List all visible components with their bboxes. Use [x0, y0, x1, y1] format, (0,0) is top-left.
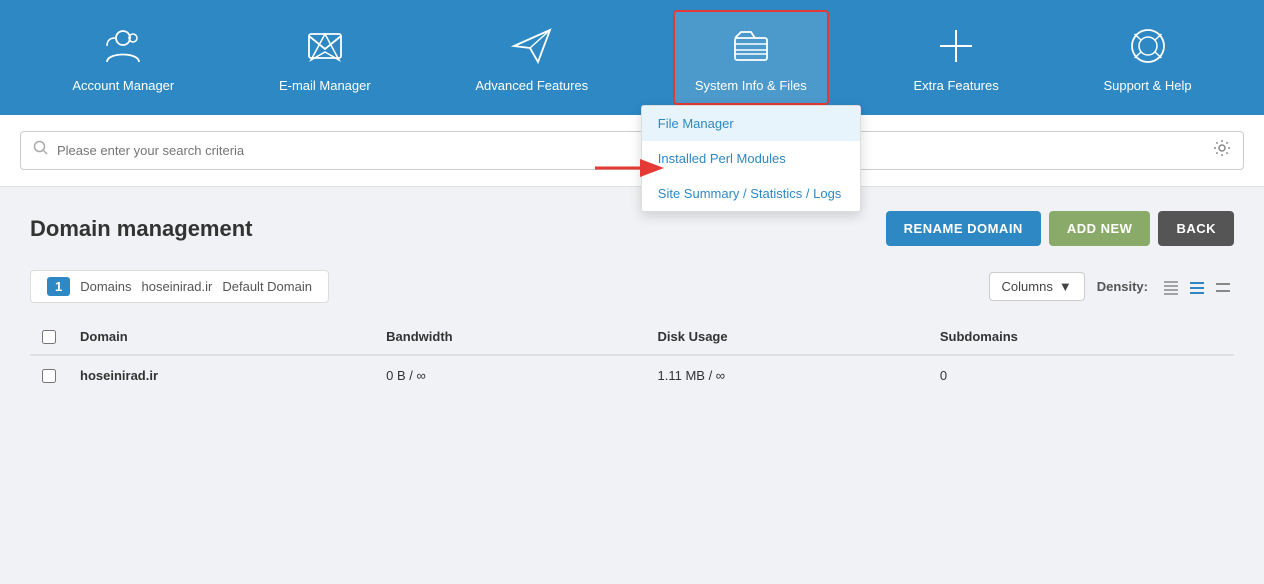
table-row: hoseinirad.ir 0 B / ∞ 1.11 MB / ∞ 0	[30, 355, 1234, 396]
filter-right-controls: Columns ▼ Density:	[989, 272, 1234, 301]
filter-info: 1 Domains hoseinirad.ir Default Domain	[30, 270, 329, 303]
table-header-row: Domain Bandwidth Disk Usage Subdomains	[30, 319, 1234, 355]
density-normal-icon[interactable]	[1186, 276, 1208, 298]
filter-label: Domains	[80, 279, 131, 294]
th-disk-usage: Disk Usage	[646, 319, 928, 355]
email-manager-icon	[301, 22, 349, 70]
support-help-icon	[1124, 22, 1172, 70]
nav-email-manager-label: E-mail Manager	[279, 78, 371, 93]
nav-extra-features[interactable]: Extra Features	[893, 12, 1018, 103]
dm-action-buttons: RENAME DOMAIN ADD NEW BACK	[886, 211, 1234, 246]
td-domain: hoseinirad.ir	[68, 355, 374, 396]
filter-domain: hoseinirad.ir	[142, 279, 213, 294]
account-manager-icon	[99, 22, 147, 70]
nav-advanced-features[interactable]: Advanced Features	[455, 12, 608, 103]
dropdown-perl-modules[interactable]: Installed Perl Modules	[642, 141, 860, 176]
columns-chevron-icon: ▼	[1059, 279, 1072, 294]
dropdown-file-manager[interactable]: File Manager	[642, 106, 860, 141]
nav-system-info-files[interactable]: System Info & Files	[673, 10, 829, 105]
nav-extra-features-label: Extra Features	[913, 78, 998, 93]
advanced-features-icon	[508, 22, 556, 70]
filter-row: 1 Domains hoseinirad.ir Default Domain C…	[30, 270, 1234, 303]
th-checkbox	[30, 319, 68, 355]
td-disk-usage: 1.11 MB / ∞	[646, 355, 928, 396]
domains-table: Domain Bandwidth Disk Usage Subdomains h…	[30, 319, 1234, 396]
search-magnifier-icon	[33, 140, 49, 161]
domain-management-section: Domain management RENAME DOMAIN ADD NEW …	[0, 187, 1264, 420]
rename-domain-button[interactable]: RENAME DOMAIN	[886, 211, 1041, 246]
density-options	[1160, 276, 1234, 298]
td-checkbox	[30, 355, 68, 396]
search-settings-icon[interactable]	[1213, 139, 1231, 162]
nav-support-help-label: Support & Help	[1103, 78, 1191, 93]
density-label: Density:	[1097, 279, 1148, 294]
nav-system-info-label: System Info & Files	[695, 78, 807, 93]
domain-management-title: Domain management	[30, 216, 253, 242]
search-bar-section	[0, 115, 1264, 187]
dropdown-site-summary[interactable]: Site Summary / Statistics / Logs	[642, 176, 860, 211]
density-comfortable-icon[interactable]	[1212, 276, 1234, 298]
back-button[interactable]: BACK	[1158, 211, 1234, 246]
th-bandwidth: Bandwidth	[374, 319, 645, 355]
columns-dropdown-button[interactable]: Columns ▼	[989, 272, 1085, 301]
extra-features-icon	[932, 22, 980, 70]
system-info-icon	[727, 22, 775, 70]
row-checkbox[interactable]	[42, 369, 56, 383]
dm-header: Domain management RENAME DOMAIN ADD NEW …	[30, 211, 1234, 246]
nav-account-manager-label: Account Manager	[72, 78, 174, 93]
td-bandwidth: 0 B / ∞	[374, 355, 645, 396]
columns-label: Columns	[1002, 279, 1053, 294]
main-header: Account Manager E-mail Manager Advanced …	[0, 0, 1264, 115]
search-input-container	[20, 131, 1244, 170]
nav-support-help[interactable]: Support & Help	[1083, 12, 1211, 103]
add-new-button[interactable]: ADD NEW	[1049, 211, 1151, 246]
density-compact-icon[interactable]	[1160, 276, 1182, 298]
filter-default: Default Domain	[222, 279, 312, 294]
nav-account-manager[interactable]: Account Manager	[52, 12, 194, 103]
select-all-checkbox[interactable]	[42, 330, 56, 344]
filter-count-badge: 1	[47, 277, 70, 296]
nav-advanced-features-label: Advanced Features	[475, 78, 588, 93]
th-domain: Domain	[68, 319, 374, 355]
nav-email-manager[interactable]: E-mail Manager	[259, 12, 391, 103]
td-subdomains: 0	[928, 355, 1234, 396]
domain-name: hoseinirad.ir	[80, 368, 158, 383]
system-info-dropdown: File Manager Installed Perl Modules Site…	[641, 105, 861, 212]
th-subdomains: Subdomains	[928, 319, 1234, 355]
nav-system-info-container: System Info & Files File Manager Install…	[673, 10, 829, 105]
